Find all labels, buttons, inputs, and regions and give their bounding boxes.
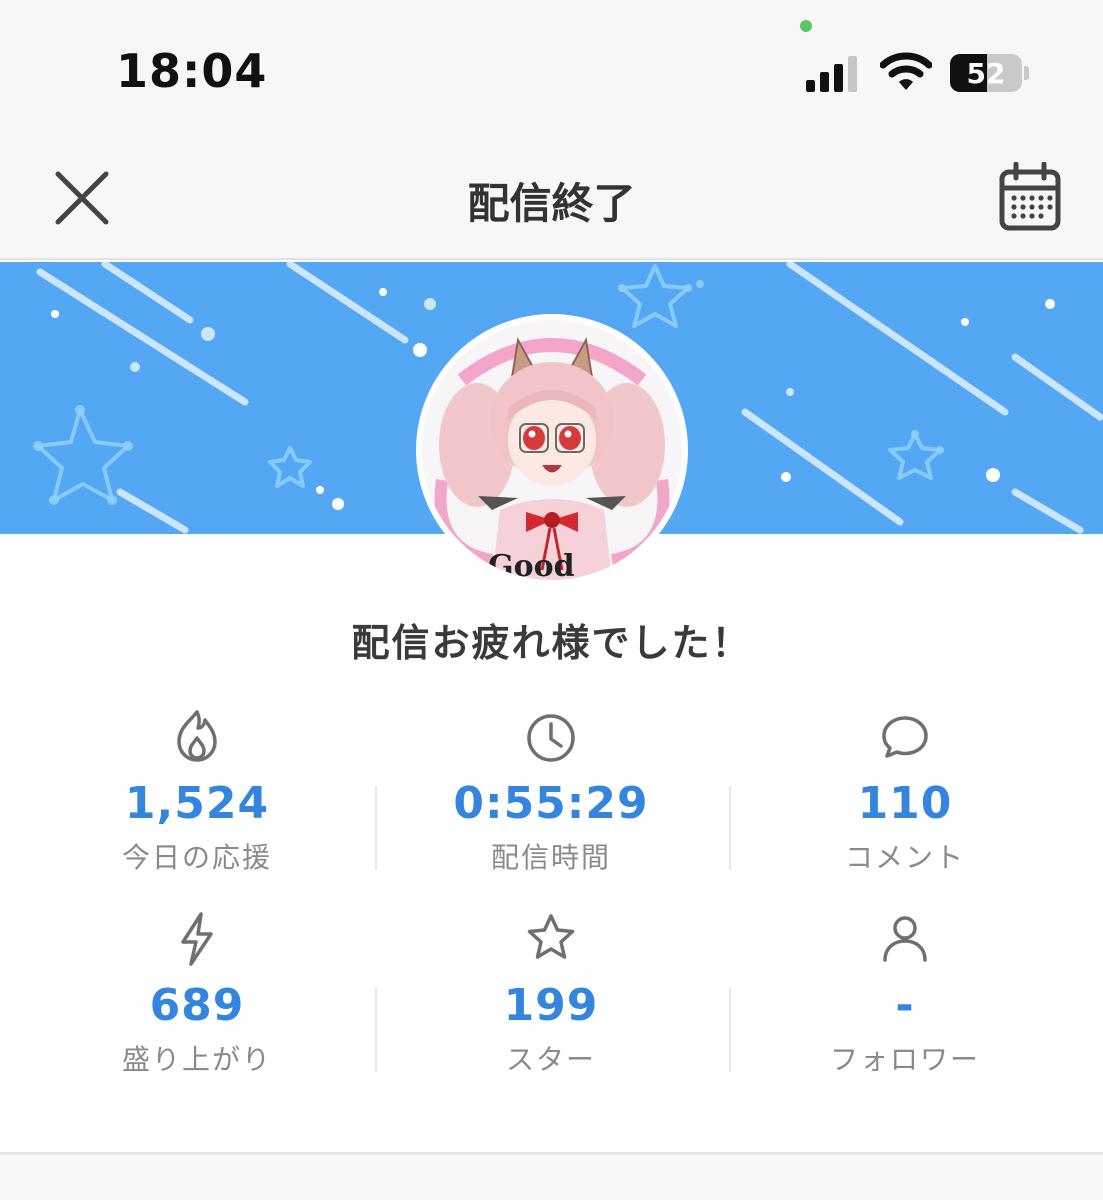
battery-tip bbox=[1024, 66, 1029, 80]
stats-grid: 1,524 今日の応援 0:55:29 配信時間 110 コメント 689 盛り… bbox=[20, 700, 1083, 1100]
completion-message: 配信お疲れ様でした！ bbox=[351, 621, 752, 665]
comment-icon bbox=[882, 716, 928, 758]
wifi-icon bbox=[880, 52, 932, 90]
lightning-icon bbox=[181, 912, 213, 966]
avatar[interactable]: Good bbox=[416, 314, 688, 586]
star-icon bbox=[527, 914, 575, 959]
stat-label: 今日の応援 bbox=[121, 841, 272, 874]
nav-bar: 配信終了 bbox=[0, 140, 1103, 260]
stat-value: - bbox=[895, 980, 915, 1031]
stat-support: 1,524 今日の応援 bbox=[20, 700, 374, 890]
camera-indicator bbox=[800, 20, 812, 32]
battery-indicator: 52 bbox=[950, 54, 1022, 92]
stat-value: 110 bbox=[857, 778, 953, 829]
stat-label: スター bbox=[505, 1043, 596, 1076]
stat-stars: 199 スター bbox=[374, 902, 728, 1092]
avatar-image: Good bbox=[422, 320, 682, 580]
stat-value: 0:55:29 bbox=[453, 778, 649, 829]
calendar-icon[interactable] bbox=[998, 162, 1062, 232]
page-title: 配信終了 bbox=[467, 179, 636, 228]
stat-excitement: 689 盛り上がり bbox=[20, 902, 374, 1092]
battery-level: 52 bbox=[966, 56, 1006, 90]
status-bar: 18:04 52 bbox=[0, 0, 1103, 140]
stat-label: コメント bbox=[844, 841, 965, 874]
stat-value: 199 bbox=[503, 980, 599, 1031]
svg-text:Good: Good bbox=[488, 549, 575, 580]
stat-label: フォロワー bbox=[829, 1043, 980, 1076]
stat-label: 盛り上がり bbox=[121, 1043, 272, 1076]
flame-icon bbox=[177, 710, 217, 762]
person-icon bbox=[883, 916, 927, 962]
stat-comments: 110 コメント bbox=[728, 700, 1082, 890]
stat-followers: - フォロワー bbox=[728, 902, 1082, 1092]
bottom-section bbox=[0, 1155, 1103, 1200]
stat-stream-time: 0:55:29 配信時間 bbox=[374, 700, 728, 890]
stat-value: 1,524 bbox=[124, 778, 270, 829]
status-time: 18:04 bbox=[116, 44, 268, 98]
signal-icon bbox=[806, 56, 857, 92]
stat-value: 689 bbox=[149, 980, 245, 1031]
stat-label: 配信時間 bbox=[490, 841, 611, 874]
clock-icon bbox=[527, 714, 575, 762]
